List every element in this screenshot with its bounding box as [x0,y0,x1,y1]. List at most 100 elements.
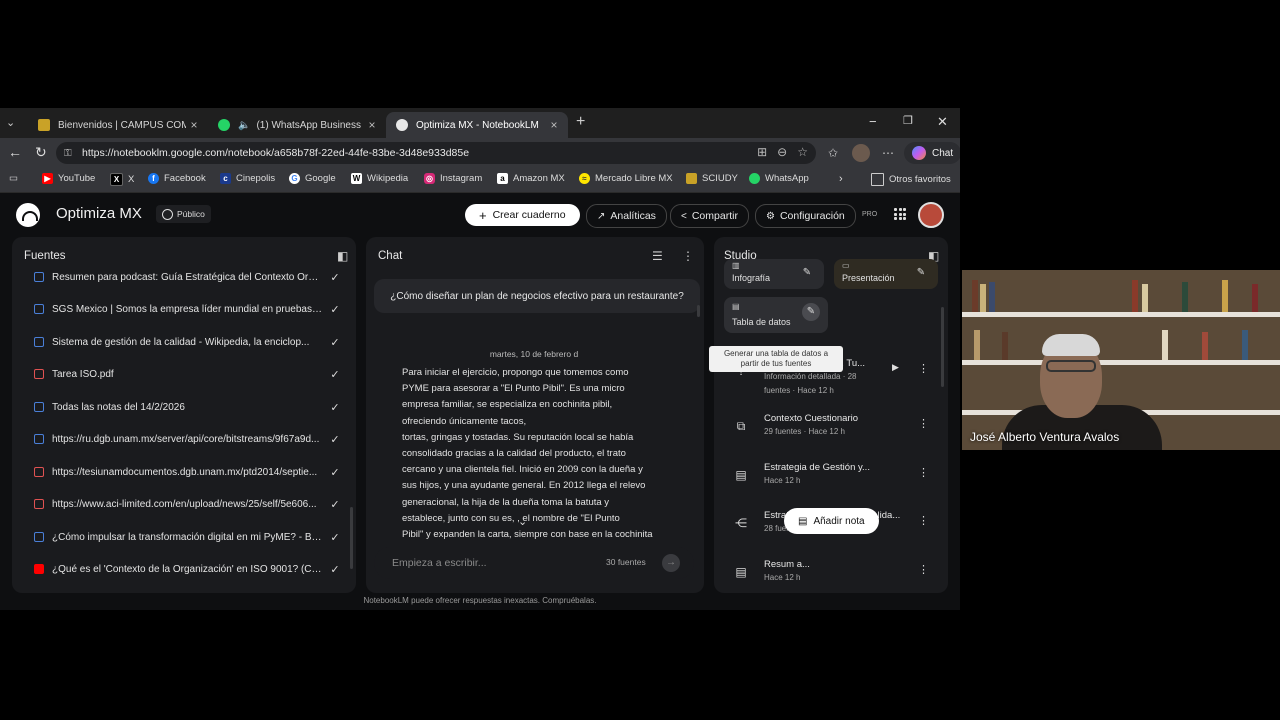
studio-scrollbar[interactable] [941,307,944,387]
close-icon[interactable]: × [364,118,380,132]
edit-pencil-icon[interactable]: ✎ [798,264,816,282]
source-item[interactable]: Todas las notas del 14/2/2026 ✓ [34,397,342,417]
globe-icon [162,208,173,220]
site-info-icon[interactable]: ⚿ [64,148,76,159]
checkbox-checked-icon[interactable]: ✓ [328,271,342,284]
checkbox-checked-icon[interactable]: ✓ [328,531,342,544]
amazon-icon: a [497,173,508,184]
checkbox-checked-icon[interactable]: ✓ [328,498,342,511]
sources-scrollbar[interactable] [350,507,353,569]
source-item[interactable]: SGS Mexico | Somos la empresa líder mund… [34,299,342,319]
bookmark-sciudy[interactable]: SCIUDY [686,173,738,184]
send-arrow-icon[interactable]: → [662,554,680,572]
notebook-title[interactable]: Optimiza MX [56,205,142,222]
tile-infografia[interactable]: ▥ Infografía ✎ [724,259,824,289]
source-item[interactable]: Sistema de gestión de la calidad - Wikip… [34,332,342,352]
sciudy-icon [686,173,697,184]
zoom-icon[interactable]: ⊖ [777,145,787,159]
source-item[interactable]: Tarea ISO.pdf ✓ [34,364,342,384]
book [1132,280,1138,312]
copilot-chat-button[interactable]: Chat [904,142,960,164]
close-icon[interactable]: × [186,118,202,132]
studio-item-summary[interactable]: ▤ Resum a... Hace 12 h ⋮ [734,559,944,593]
scroll-down-icon[interactable]: ⌄ [518,515,527,528]
mercadolibre-icon: ≈ [579,173,590,184]
more-vert-icon[interactable]: ⋮ [918,514,929,527]
checkbox-checked-icon[interactable]: ✓ [328,401,342,414]
more-menu-icon[interactable]: ⋯ [882,146,894,160]
share-button[interactable]: < Compartir [670,204,749,228]
bookmark-youtube[interactable]: ▶ YouTube [42,173,95,184]
source-item[interactable]: https://www.aci-limited.com/en/upload/ne… [34,494,342,514]
user-avatar[interactable] [918,202,944,228]
app-icon[interactable]: ⊞ [757,145,767,159]
chat-input[interactable] [390,556,594,570]
studio-item-note[interactable]: ▤ Estrategia de Gestión y... Hace 12 h ⋮ [734,462,944,496]
checkbox-checked-icon[interactable]: ✓ [328,336,342,349]
source-item[interactable]: Resumen para podcast: Guía Estratégica d… [34,267,342,287]
more-vert-icon[interactable]: ⋮ [918,563,929,576]
address-bar[interactable]: ⚿ https://notebooklm.google.com/notebook… [56,142,816,164]
bookmark-mercadolibre[interactable]: ≈ Mercado Libre MX [579,173,673,184]
tooltip-line: Generar una tabla de datos a [723,349,829,358]
window-close-icon[interactable]: ✕ [937,114,948,130]
bookmarks-toggle-icon[interactable]: ▭ [9,173,18,184]
tune-icon[interactable]: ☰ [652,249,663,263]
create-notebook-button[interactable]: + Crear cuaderno [465,204,580,226]
source-item[interactable]: https://tesiunamdocumentos.dgb.unam.mx/p… [34,462,342,482]
edit-pencil-icon[interactable]: ✎ [802,303,820,321]
chat-date: martes, 10 de febrero d [489,349,579,359]
more-vert-icon[interactable]: ⋮ [918,466,929,479]
tile-tabla-de-datos[interactable]: ▤ Tabla de datos ✎ [724,297,828,333]
new-tab-icon[interactable]: + [576,113,585,131]
more-vert-icon[interactable]: ⋮ [918,362,929,375]
bookmark-google[interactable]: G Google [289,173,336,184]
checkbox-checked-icon[interactable]: ✓ [328,303,342,316]
bookmark-wikipedia[interactable]: W Wikipedia [351,173,408,184]
more-vert-icon[interactable]: ⋮ [682,249,694,263]
speaker-icon[interactable]: 🔈 [238,120,250,131]
more-vert-icon[interactable]: ⋮ [918,417,929,430]
close-icon[interactable]: × [546,118,562,132]
back-icon[interactable]: ← [8,144,22,160]
settings-button[interactable]: ⚙ Configuración [755,204,856,228]
chat-scrollbar[interactable] [697,305,700,317]
restore-icon[interactable]: ❐ [903,114,913,127]
bookmark-whatsapp[interactable]: WhatsApp [749,173,809,184]
source-item[interactable]: https://ru.dgb.unam.mx/server/api/core/b… [34,429,342,449]
visibility-badge[interactable]: Público [156,205,211,223]
checkbox-checked-icon[interactable]: ✓ [328,433,342,446]
checkbox-checked-icon[interactable]: ✓ [328,368,342,381]
profile-avatar[interactable] [852,144,870,162]
favorites-icon[interactable]: ✩ [828,146,838,160]
play-icon[interactable]: ▶ [892,362,899,373]
source-item[interactable]: ¿Cómo impulsar la transformación digital… [34,527,342,547]
tab-whatsapp[interactable]: 🔈 (1) WhatsApp Business × [208,112,386,138]
bookmark-cinepolis[interactable]: c Cinepolis [220,173,275,184]
tooltip-line: partir de tus fuentes [740,359,812,368]
tab-search-icon[interactable]: ⌄ [6,116,15,129]
bookmark-x[interactable]: XX [110,173,134,186]
apps-grid-icon[interactable] [894,208,906,220]
notebooklm-logo-icon[interactable] [16,203,40,227]
tile-presentacion[interactable]: ▭ Presentación ✎ [834,259,938,289]
bookmark-facebook[interactable]: f Facebook [148,173,206,184]
minimize-icon[interactable]: − [869,114,877,129]
edit-pencil-icon[interactable]: ✎ [912,264,930,282]
analytics-label: Analíticas [610,210,656,222]
bookmark-amazon[interactable]: a Amazon MX [497,173,565,184]
tab-notebooklm[interactable]: Optimiza MX - NotebookLM × [386,112,568,138]
source-item[interactable]: ¿Qué es el 'Contexto de la Organización'… [34,559,342,579]
studio-item-quiz[interactable]: ⧉ Contexto Cuestionario 29 fuentes · Hac… [734,413,944,447]
tab-campus[interactable]: Bienvenidos | CAMPUS COMALCA × [28,112,208,138]
analytics-button[interactable]: ↗ Analíticas [586,204,667,228]
bookmark-instagram[interactable]: ◎ Instagram [424,173,482,184]
checkbox-checked-icon[interactable]: ✓ [328,466,342,479]
favorite-star-icon[interactable]: ☆ [797,145,808,159]
reload-icon[interactable]: ↻ [35,144,47,161]
chevron-right-icon[interactable]: › [839,173,843,185]
bookmark-other-favorites[interactable]: Otros favoritos [871,173,951,186]
add-note-button[interactable]: ▤ Añadir nota [784,508,879,534]
checkbox-checked-icon[interactable]: ✓ [328,563,342,576]
collapse-panel-icon[interactable]: ◧ [337,249,348,263]
